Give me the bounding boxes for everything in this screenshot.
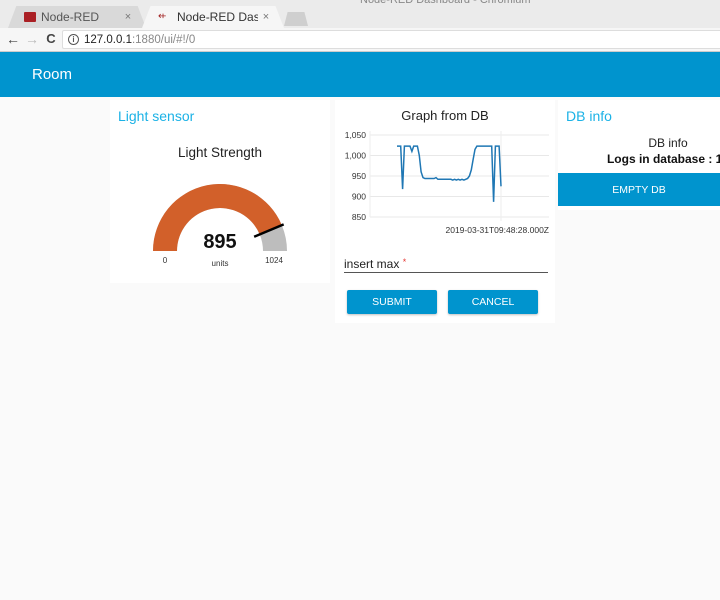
group-title-db-info: DB info [566,108,612,124]
gauge-value: 895 [203,231,236,253]
url-path: :1880/ui/#!/0 [131,33,196,46]
submit-button[interactable]: SUBMIT [347,290,437,314]
logs-count-text: Logs in database : 13 [606,152,720,166]
url-host: 127.0.0.1 [84,33,132,46]
gauge-max-label: 1024 [265,256,283,265]
db-info-text: DB info [648,136,688,150]
chart-y-tick-label: 850 [352,212,366,222]
window-title: Node-RED Dashboard - Chromium [360,0,531,6]
empty-db-button[interactable]: EMPTY DB [558,173,720,206]
gauge: 895 units 0 1024 [153,184,287,268]
tab-node-red-dashboard[interactable]: ⇷ Node-RED Dashbo × [142,6,284,28]
reload-icon[interactable]: C [43,31,59,47]
chart-series-line [397,145,502,202]
new-tab-button[interactable] [284,12,308,26]
tab-node-red[interactable]: Node-RED × [8,6,146,28]
insert-max-label: insert max [344,257,400,271]
insert-max-input[interactable]: insert max * [344,257,548,273]
chart-x-tick-label: 2019-03-31T09:48:28.000Z [446,225,550,235]
chart-y-tick-label: 950 [352,171,366,181]
required-mark: * [402,257,407,267]
chart-y-tick-label: 1,000 [345,151,367,161]
chart-y-tick-label: 1,050 [345,130,367,140]
close-icon[interactable]: × [120,11,136,23]
gauge-min-label: 0 [163,256,168,265]
back-icon[interactable]: ← [5,31,21,47]
tab-label: Node-RED Dashbo [177,10,258,24]
dashboard-header: Room [0,52,720,97]
chart-title: Graph from DB [401,108,489,123]
chart-y-tick-label: 900 [352,192,366,202]
browser-tab-strip: Node-RED Dashboard - Chromium Node-RED ×… [0,0,720,28]
light-sensor-card: Light sensor Light Strength 895 units 0 … [110,100,330,283]
gauge-units: units [212,259,229,268]
tab-label: Node-RED [41,10,100,24]
line-chart: 850 900 950 1,000 1,050 2019-03-31T09:48:28.… [345,130,550,235]
browser-toolbar: ← → C i 127.0.0.1:1880/ui/#!/0 [0,28,720,52]
page-title: Room [32,66,73,83]
db-info-card: DB info DB info Logs in database : 13 EM… [558,100,720,210]
node-red-icon [24,12,36,22]
address-bar[interactable]: i 127.0.0.1:1880/ui/#!/0 [62,30,720,49]
graph-card: Graph from DB 850 900 950 1,000 1,050 2019-0… [335,100,555,323]
node-red-flow-icon: ⇷ [158,11,167,22]
forward-icon[interactable]: → [24,31,40,47]
cancel-button[interactable]: CANCEL [448,290,538,314]
close-icon[interactable]: × [258,11,274,23]
info-icon[interactable]: i [68,34,79,45]
